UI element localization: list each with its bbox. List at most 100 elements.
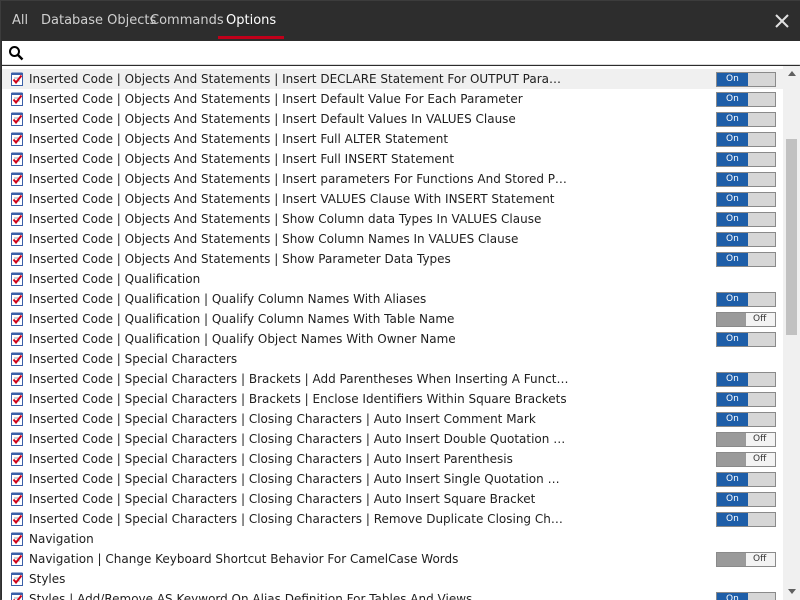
option-row[interactable]: Inserted Code | Objects And Statements |… bbox=[2, 129, 783, 149]
option-checklist-icon bbox=[11, 132, 23, 146]
option-toggle[interactable]: On bbox=[716, 252, 776, 267]
option-checklist-icon bbox=[11, 252, 23, 266]
option-toggle[interactable]: On bbox=[716, 192, 776, 207]
toggle-knob bbox=[746, 293, 775, 306]
option-toggle[interactable]: On bbox=[716, 392, 776, 407]
option-row[interactable]: Inserted Code | Objects And Statements |… bbox=[2, 89, 783, 109]
close-icon bbox=[775, 14, 789, 28]
tab-bar: All Database Objects Commands Options bbox=[1, 1, 800, 41]
option-row[interactable]: Inserted Code | Objects And Statements |… bbox=[2, 189, 783, 209]
option-row[interactable]: Inserted Code | Objects And Statements |… bbox=[2, 149, 783, 169]
scroll-up-arrow-icon[interactable] bbox=[788, 71, 796, 76]
toggle-state-label: Off bbox=[753, 554, 767, 564]
option-toggle[interactable]: On bbox=[716, 512, 776, 527]
option-row[interactable]: Inserted Code | Objects And Statements |… bbox=[2, 209, 783, 229]
option-toggle[interactable]: On bbox=[716, 492, 776, 507]
option-row[interactable]: Inserted Code | Special Characters | Clo… bbox=[2, 509, 783, 529]
option-toggle[interactable]: On bbox=[716, 112, 776, 127]
option-row[interactable]: Inserted Code | Objects And Statements |… bbox=[2, 229, 783, 249]
option-row[interactable]: Inserted Code | Special Characters | Clo… bbox=[2, 489, 783, 509]
option-row[interactable]: Inserted Code | Special Characters bbox=[2, 349, 783, 369]
scroll-thumb[interactable] bbox=[786, 139, 797, 335]
option-toggle[interactable]: On bbox=[716, 332, 776, 347]
option-row[interactable]: Styles bbox=[2, 569, 783, 589]
option-row[interactable]: Inserted Code | Special Characters | Clo… bbox=[2, 469, 783, 489]
option-row[interactable]: Navigation bbox=[2, 529, 783, 549]
option-label: Inserted Code | Qualification bbox=[29, 272, 201, 286]
option-label: Inserted Code | Objects And Statements |… bbox=[29, 192, 555, 206]
option-row[interactable]: Inserted Code | Special Characters | Bra… bbox=[2, 369, 783, 389]
option-row[interactable]: Styles | Add/Remove AS Keyword On Alias … bbox=[2, 589, 783, 600]
option-checklist-icon bbox=[11, 112, 23, 126]
option-toggle[interactable]: On bbox=[716, 132, 776, 147]
option-toggle[interactable]: Off bbox=[716, 432, 776, 447]
option-toggle[interactable]: On bbox=[716, 412, 776, 427]
option-toggle[interactable]: On bbox=[716, 92, 776, 107]
option-toggle[interactable]: On bbox=[716, 472, 776, 487]
option-checklist-icon bbox=[11, 212, 23, 226]
option-label: Styles bbox=[29, 572, 66, 586]
option-row[interactable]: Navigation | Change Keyboard Shortcut Be… bbox=[2, 549, 783, 569]
option-toggle[interactable]: Off bbox=[716, 452, 776, 467]
vertical-scrollbar[interactable] bbox=[783, 66, 800, 600]
option-label: Inserted Code | Special Characters | Bra… bbox=[29, 372, 569, 386]
search-input[interactable] bbox=[28, 43, 788, 63]
tab-database-objects[interactable]: Database Objects bbox=[41, 1, 156, 41]
option-label: Inserted Code | Special Characters | Clo… bbox=[29, 432, 569, 446]
option-row[interactable]: Inserted Code | Objects And Statements |… bbox=[2, 249, 783, 269]
toggle-state-label: On bbox=[717, 73, 748, 86]
option-toggle[interactable]: On bbox=[716, 212, 776, 227]
option-row[interactable]: Inserted Code | Qualification | Qualify … bbox=[2, 309, 783, 329]
option-label: Inserted Code | Objects And Statements |… bbox=[29, 252, 451, 266]
option-row[interactable]: Inserted Code | Special Characters | Bra… bbox=[2, 389, 783, 409]
option-toggle[interactable]: Off bbox=[716, 312, 776, 327]
option-label: Navigation | Change Keyboard Shortcut Be… bbox=[29, 552, 459, 566]
option-row[interactable]: Inserted Code | Qualification | Qualify … bbox=[2, 329, 783, 349]
toggle-state-label: On bbox=[717, 293, 748, 306]
option-row[interactable]: Inserted Code | Special Characters | Clo… bbox=[2, 429, 783, 449]
option-label: Inserted Code | Objects And Statements |… bbox=[29, 132, 449, 146]
toggle-state-label: On bbox=[717, 93, 748, 106]
toggle-knob bbox=[746, 153, 775, 166]
option-row[interactable]: Inserted Code | Qualification | Qualify … bbox=[2, 289, 783, 309]
option-checklist-icon bbox=[11, 392, 23, 406]
option-row[interactable]: Inserted Code | Objects And Statements |… bbox=[2, 69, 783, 89]
option-row[interactable]: Inserted Code | Special Characters | Clo… bbox=[2, 409, 783, 429]
option-checklist-icon bbox=[11, 352, 23, 366]
option-toggle[interactable]: On bbox=[716, 292, 776, 307]
option-toggle[interactable]: On bbox=[716, 72, 776, 87]
option-label: Inserted Code | Qualification | Qualify … bbox=[29, 292, 427, 306]
toggle-state-label: On bbox=[717, 173, 748, 186]
option-toggle[interactable]: On bbox=[716, 372, 776, 387]
option-label: Inserted Code | Special Characters bbox=[29, 352, 238, 366]
toggle-knob bbox=[746, 193, 775, 206]
option-label: Inserted Code | Qualification | Qualify … bbox=[29, 312, 455, 326]
option-row[interactable]: Inserted Code | Special Characters | Clo… bbox=[2, 449, 783, 469]
toggle-state-label: On bbox=[717, 593, 748, 600]
option-checklist-icon bbox=[11, 332, 23, 346]
option-checklist-icon bbox=[11, 172, 23, 186]
options-window: All Database Objects Commands Options In… bbox=[0, 0, 800, 600]
option-toggle[interactable]: On bbox=[716, 152, 776, 167]
option-row[interactable]: Inserted Code | Objects And Statements |… bbox=[2, 109, 783, 129]
option-toggle[interactable]: On bbox=[716, 172, 776, 187]
tab-all[interactable]: All bbox=[12, 1, 28, 41]
close-button[interactable] bbox=[773, 12, 791, 30]
toggle-state-label: On bbox=[717, 493, 748, 506]
search-bar bbox=[2, 41, 800, 65]
option-toggle[interactable]: Off bbox=[716, 552, 776, 567]
option-toggle[interactable]: On bbox=[716, 592, 776, 600]
scroll-down-arrow-icon[interactable] bbox=[788, 589, 796, 594]
options-list-panel: Inserted Code | Objects And Statements |… bbox=[2, 66, 800, 600]
option-row[interactable]: Inserted Code | Qualification bbox=[2, 269, 783, 289]
option-row[interactable]: Inserted Code | Objects And Statements |… bbox=[2, 169, 783, 189]
option-label: Navigation bbox=[29, 532, 94, 546]
toggle-knob bbox=[717, 313, 746, 326]
tab-commands[interactable]: Commands bbox=[150, 1, 224, 41]
toggle-knob bbox=[746, 133, 775, 146]
toggle-knob bbox=[717, 553, 746, 566]
tab-options[interactable]: Options bbox=[217, 1, 285, 41]
toggle-state-label: On bbox=[717, 193, 748, 206]
option-toggle[interactable]: On bbox=[716, 232, 776, 247]
toggle-knob bbox=[746, 593, 775, 600]
